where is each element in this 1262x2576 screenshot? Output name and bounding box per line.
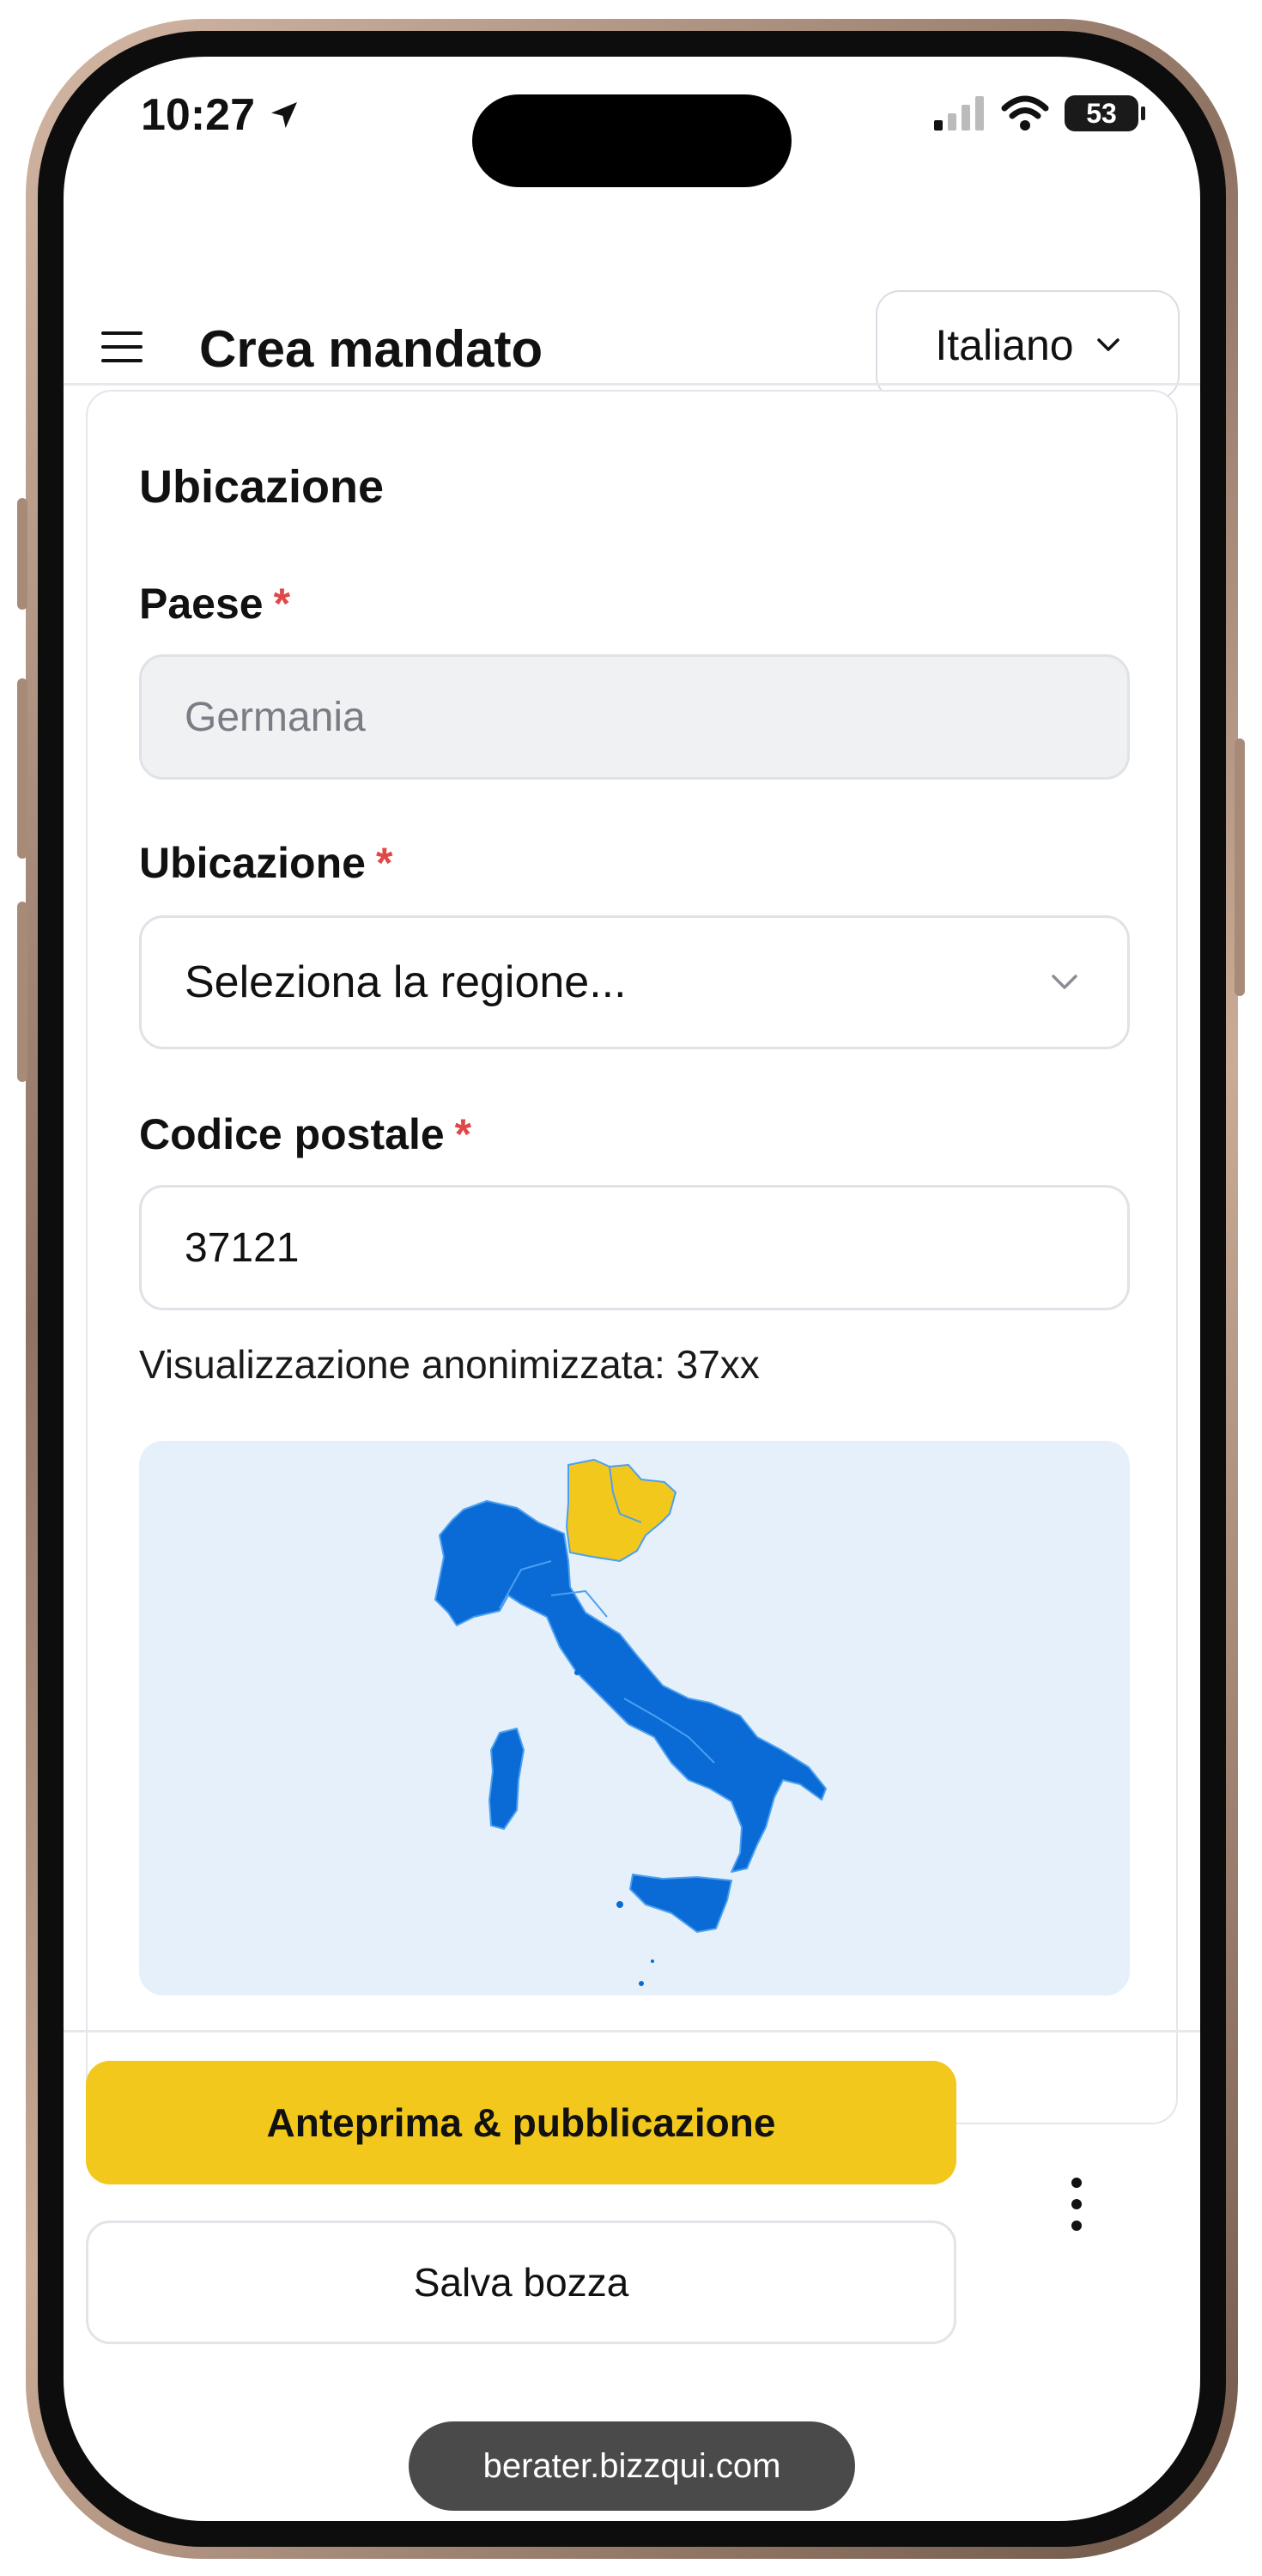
save-draft-label: Salva bozza <box>413 2260 629 2305</box>
required-asterisk: * <box>273 580 291 628</box>
chevron-down-icon <box>1052 975 1077 989</box>
screen: 10:27 53 Crea mandato Italiano Ubicazion… <box>64 57 1200 2521</box>
status-icons: 53 <box>932 94 1145 132</box>
region-select[interactable]: Seleziona la regione... <box>139 915 1130 1049</box>
language-value: Italiano <box>935 321 1074 369</box>
clock: 10:27 <box>141 90 255 140</box>
postal-code-value: 37121 <box>185 1224 300 1271</box>
wifi-icon <box>1001 95 1049 131</box>
region-map <box>139 1441 1130 1996</box>
region-placeholder: Seleziona la regione... <box>185 957 627 1007</box>
power-button <box>1235 738 1245 996</box>
action-bar-divider <box>64 2030 1200 2032</box>
browser-url: berater.bizzqui.com <box>482 2446 781 2485</box>
browser-url-bar[interactable]: berater.bizzqui.com <box>409 2421 855 2511</box>
country-label-text: Paese <box>139 580 264 628</box>
postal-code-label-text: Codice postale <box>139 1110 445 1158</box>
anonymized-postal-note: Visualizzazione anonimizzata: 37xx <box>139 1342 760 1387</box>
hamburger-menu-icon[interactable] <box>98 325 146 373</box>
location-label-text: Ubicazione <box>139 839 366 887</box>
required-asterisk: * <box>454 1110 472 1158</box>
italy-map <box>434 1459 827 1986</box>
location-arrow-icon <box>271 102 297 128</box>
dynamic-island <box>472 94 792 187</box>
header-divider <box>64 383 1200 386</box>
cellular-signal-icon <box>934 96 984 131</box>
country-value: Germania <box>185 694 366 740</box>
country-label: Paese * <box>139 579 290 629</box>
location-card: Ubicazione Paese * Germania Ubicazione * S… <box>86 390 1178 2124</box>
postal-code-label: Codice postale * <box>139 1109 471 1159</box>
volume-up-button <box>17 678 27 859</box>
preview-publish-button[interactable]: Anteprima & pubblicazione <box>86 2061 956 2184</box>
country-field: Germania <box>139 654 1130 780</box>
chevron-down-icon <box>1096 338 1119 351</box>
volume-down-button <box>17 902 27 1082</box>
save-draft-button[interactable]: Salva bozza <box>86 2221 956 2344</box>
highlighted-northeast-region <box>566 1459 677 1562</box>
section-title: Ubicazione <box>139 461 385 513</box>
sardinia <box>488 1727 525 1831</box>
preview-publish-label: Anteprima & pubblicazione <box>266 2100 776 2145</box>
more-options-icon[interactable] <box>1059 2174 1094 2234</box>
page-title: Crea mandato <box>199 320 543 378</box>
action-button <box>17 498 27 610</box>
postal-code-input[interactable]: 37121 <box>139 1185 1130 1310</box>
battery-icon: 53 <box>1065 95 1145 131</box>
battery-level: 53 <box>1086 97 1117 129</box>
location-label: Ubicazione * <box>139 838 392 888</box>
sicily <box>628 1873 733 1934</box>
status-time: 10:27 <box>141 89 301 141</box>
required-asterisk: * <box>375 839 393 887</box>
